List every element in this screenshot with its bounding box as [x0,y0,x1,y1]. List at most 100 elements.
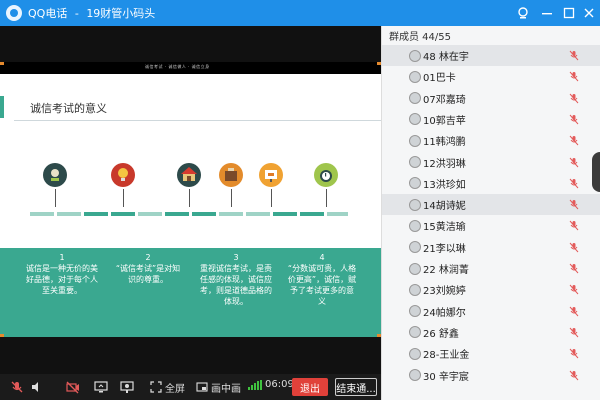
timeline-stem [123,189,124,207]
member-row[interactable]: 10郭吉苹 [382,109,600,130]
member-name: 24帕娜尔 [423,307,466,319]
call-controls-bar: 全屏 画中画 06:09 退出 结束通... [0,374,381,400]
timeline-stem [189,189,190,207]
member-row[interactable]: 14胡诗妮 [382,194,600,216]
qq-call-logo-icon [6,5,22,21]
member-row[interactable]: 23刘婉婷 [382,279,600,300]
avatar [409,177,421,190]
member-panel: 群成员 44/55 48 林在宇 01巴卡 07邓嘉琦 10郭吉苹 11韩鸿鹏 12洪羽琳… [381,26,600,400]
mic-muted-icon [569,327,579,338]
member-name: 12洪羽琳 [423,158,466,170]
member-row[interactable]: 21李以琳 [382,237,600,258]
member-row[interactable]: 15黄洁瑜 [382,215,600,236]
mic-muted-icon [569,348,579,359]
scale-icon [43,163,67,187]
briefcase-icon [219,163,243,187]
column-text: 诚信是一种无价的美好品德，对于每个人至关重要。 [26,264,98,295]
column-number: 3 [233,253,239,262]
avatar [409,49,421,62]
member-name: 28-王业金 [423,350,470,362]
member-row[interactable]: 12洪羽琳 [382,152,600,173]
timeline-stem [326,189,327,207]
collapse-panel-handle[interactable] [592,152,600,192]
mic-muted-icon[interactable] [10,379,24,395]
member-name: 11韩鸿鹏 [423,137,466,149]
chat-name: 19财管小码头 [86,7,156,20]
slide-title: 诚信考试的意义 [30,102,107,115]
member-row[interactable]: 48 林在宇 [382,45,600,66]
member-name: 30 辛宇宸 [423,371,469,383]
avatar [409,326,421,339]
pip-icon [196,382,208,392]
avatar [409,369,421,381]
member-name: 10郭吉苹 [423,115,466,127]
mic-muted-icon [569,93,579,103]
slide-header-strip: 诚信考试 · 诚信做人 · 诚信立身 [0,62,381,74]
column-text: “诚信考试”是对知识的尊重。 [115,264,181,284]
presentation-icon[interactable] [120,379,134,395]
avatar [409,262,421,275]
avatar [409,113,421,126]
end-call-button[interactable]: 结束通... [335,378,377,396]
timeline-stem [55,189,56,207]
corner-marker [0,62,4,65]
member-name: 07邓嘉琦 [423,94,466,106]
avatar [409,198,421,211]
slide-column-3: 3 重视诚信考试，是责任感的体现，诚信应考，则是道德品格的体现。 [198,252,274,307]
close-icon[interactable] [576,0,600,26]
mic-muted-icon [569,306,579,316]
mic-muted-icon [569,242,579,253]
fullscreen-icon [150,381,162,393]
fullscreen-button[interactable]: 全屏 [150,379,185,395]
member-row[interactable]: 24帕娜尔 [382,301,600,322]
member-row[interactable]: 22 林润菁 [382,258,600,279]
column-text: 重视诚信考试，是责任感的体现，诚信应考，则是道德品格的体现。 [200,264,272,306]
avatar [409,156,421,168]
house-icon [177,163,201,187]
slide-title-divider [14,120,381,121]
slide-title-accent [0,96,4,118]
mic-muted-icon [569,221,579,231]
mic-muted-icon [569,50,579,61]
member-name: 22 林润菁 [423,265,469,276]
slide-column-1: 1 诚信是一种无价的美好品德，对于每个人至关重要。 [26,252,98,296]
window-title: QQ电话 - 19财管小码头 [28,5,155,21]
fullscreen-label: 全屏 [165,383,185,395]
avatar [409,92,421,105]
pip-button[interactable]: 画中画 [196,379,241,395]
timer-value: 06:09 [265,379,294,390]
signal-icon [248,379,263,390]
member-row[interactable]: 26 舒鑫 [382,322,600,343]
mic-muted-icon [569,199,579,210]
avatar [409,134,421,147]
presentation-board-icon [259,163,283,187]
camera-off-icon[interactable] [66,379,80,395]
member-name: 01巴卡 [423,73,456,85]
member-name: 13洪珍如 [423,179,466,191]
exit-button[interactable]: 退出 [292,378,328,396]
mic-muted-icon [569,114,579,125]
mic-muted-icon [569,135,579,146]
screen-share-icon[interactable] [94,379,108,395]
title-separator: - [74,7,79,20]
member-row[interactable]: 07邓嘉琦 [382,88,600,109]
member-row[interactable]: 30 辛宇宸 [382,365,600,386]
avatar [409,70,421,83]
column-number: 2 [145,253,151,262]
member-row[interactable]: 28-王业金 [382,343,600,364]
avatar [409,241,421,254]
member-name: 48 林在宇 [423,52,469,63]
member-name: 23刘婉婷 [423,286,466,298]
member-row[interactable]: 13洪珍如 [382,173,600,194]
mic-muted-icon [569,178,579,189]
member-name: 15黄洁瑜 [423,222,466,234]
slide-column-2: 2 “诚信考试”是对知识的尊重。 [113,252,183,285]
column-number: 1 [59,253,65,262]
webcam-icon[interactable] [510,0,536,26]
speaker-icon[interactable] [30,379,44,395]
slide-header-text: 诚信考试 · 诚信做人 · 诚信立身 [145,64,210,69]
member-row[interactable]: 11韩鸿鹏 [382,130,600,151]
member-row[interactable]: 01巴卡 [382,66,600,87]
timeline-bar [30,212,348,216]
column-text: “分数诚可贵，人格价更高”，诚信，赋予了考试更多的意义 [287,264,357,306]
